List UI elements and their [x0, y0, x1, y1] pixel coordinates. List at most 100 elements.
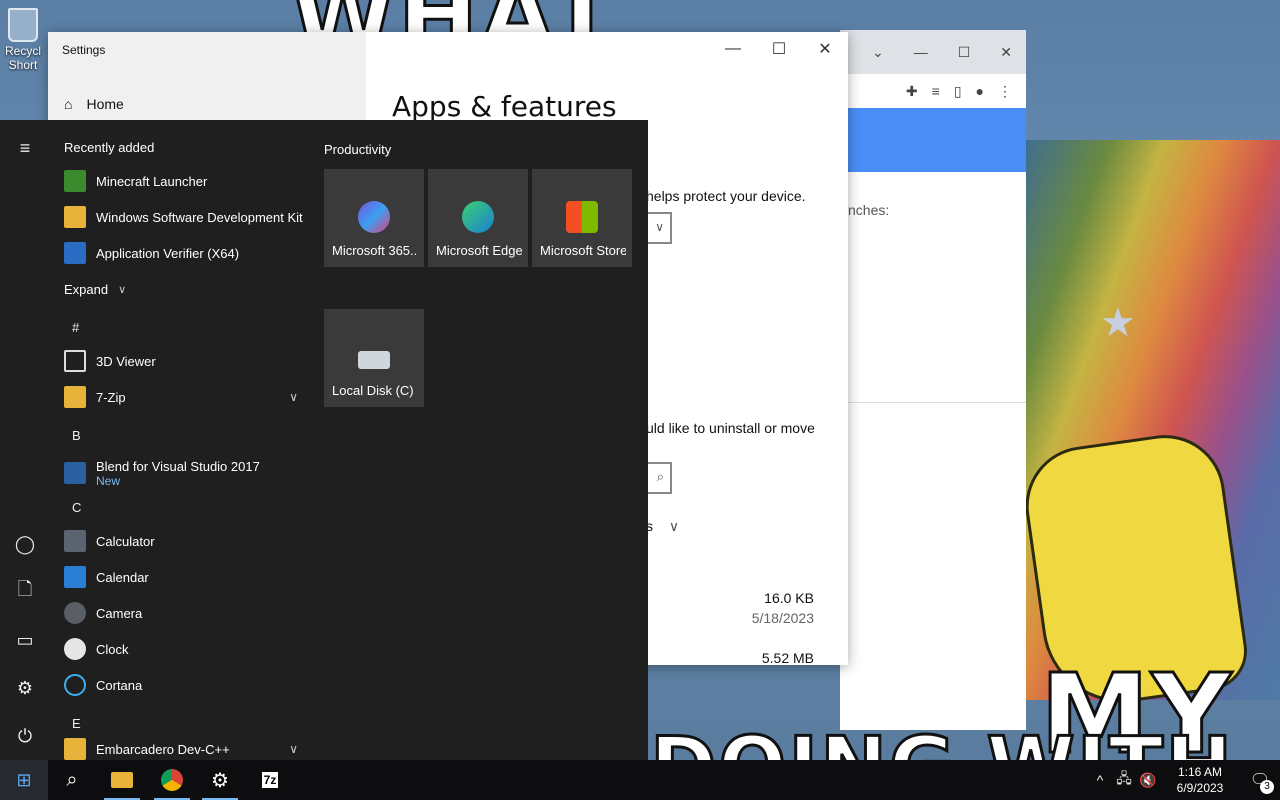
side-panel-icon[interactable]: ▯	[954, 83, 962, 100]
letter-header-e[interactable]: E	[72, 716, 81, 731]
minimize-icon[interactable]: —	[710, 32, 756, 66]
browser-window[interactable]: ⌄ — ☐ ✕ ✚ ≡ ▯ ● ⋮ nches:	[840, 30, 1026, 730]
app-label: Cortana	[96, 677, 143, 693]
blend-icon	[64, 462, 86, 484]
start-rail: ≡ ◯ 🗋 ▭ ⚙ ⏻	[0, 120, 50, 760]
tile-label: Local Disk (C)	[332, 383, 414, 398]
microsoft-365-icon	[358, 201, 390, 233]
search-button[interactable]: ⌕	[48, 760, 96, 800]
clock-time: 1:16 AM	[1177, 765, 1223, 779]
store-icon	[566, 201, 598, 233]
window-app-icon	[64, 242, 86, 264]
minimize-icon[interactable]: —	[914, 44, 928, 60]
edge-icon	[462, 201, 494, 233]
profile-icon[interactable]: ●	[976, 83, 984, 99]
taskbar: ⊞ ⌕ ⚙ 7z ^ 🖧 🔇 1:16 AM 6/9/2023 🗨 3	[0, 760, 1280, 800]
calculator-icon	[64, 530, 86, 552]
app-label: 7-Zip	[96, 389, 126, 405]
start-button[interactable]: ⊞	[0, 760, 48, 800]
taskbar-7zip[interactable]: 7z	[246, 760, 294, 800]
search-icon: ⌕	[66, 768, 78, 791]
power-icon[interactable]: ⏻	[13, 724, 37, 748]
expand-button[interactable]: Expand ∨	[64, 272, 144, 306]
gear-icon[interactable]: ⚙	[13, 676, 37, 700]
app-cortana[interactable]: Cortana	[64, 668, 304, 702]
app-calendar[interactable]: Calendar	[64, 560, 304, 594]
app-label: Embarcadero Dev-C++	[96, 741, 230, 757]
chrome-icon	[161, 769, 183, 791]
cube-icon	[64, 350, 86, 372]
app-clock[interactable]: Clock	[64, 632, 304, 666]
volume-muted-icon[interactable]: 🔇	[1136, 772, 1160, 789]
start-menu: ≡ ◯ 🗋 ▭ ⚙ ⏻ Recently added Minecraft Lau…	[0, 120, 648, 760]
recycle-bin-label: Recycl	[4, 44, 41, 58]
gear-icon: ⚙	[211, 769, 229, 792]
browser-banner	[840, 108, 1026, 172]
tile-microsoft-365[interactable]: Microsoft 365...	[324, 169, 424, 267]
chevron-down-icon[interactable]: ∨	[289, 742, 298, 756]
settings-sort-dropdown[interactable]: s ∨	[646, 518, 679, 535]
folder-icon	[64, 386, 86, 408]
chevron-up-icon[interactable]: ^	[1088, 772, 1112, 788]
app-embarcadero-devcpp[interactable]: Embarcadero Dev-C++ ∨	[64, 732, 304, 760]
tile-microsoft-store[interactable]: Microsoft Store	[532, 169, 632, 267]
taskbar-file-explorer[interactable]	[98, 760, 146, 800]
chevron-down-icon[interactable]: ∨	[289, 390, 298, 404]
system-tray: ^ 🖧 🔇 1:16 AM 6/9/2023 🗨 3	[1088, 760, 1280, 800]
browser-toolbar: ✚ ≡ ▯ ● ⋮	[840, 74, 1026, 108]
tile-label: Microsoft 365...	[332, 243, 418, 258]
app-7zip[interactable]: 7-Zip ∨	[64, 380, 304, 414]
desktop-icon-recycle-bin[interactable]: Recycl Short	[0, 8, 46, 72]
kebab-menu-icon[interactable]: ⋮	[998, 83, 1012, 100]
app-blend-vs2017[interactable]: Blend for Visual Studio 2017 New	[64, 452, 304, 494]
maximize-icon[interactable]: ☐	[756, 32, 802, 66]
app-camera[interactable]: Camera	[64, 596, 304, 630]
system-clock[interactable]: 1:16 AM 6/9/2023	[1160, 764, 1240, 796]
tile-local-disk[interactable]: Local Disk (C)	[324, 309, 424, 407]
wallpaper-star: ★	[1100, 301, 1136, 345]
tile-label: Microsoft Edge	[436, 243, 522, 258]
chevron-down-icon[interactable]: ⌄	[872, 44, 884, 61]
tile-microsoft-edge[interactable]: Microsoft Edge	[428, 169, 528, 267]
maximize-icon[interactable]: ☐	[958, 44, 971, 61]
settings-window-controls: — ☐ ✕	[710, 32, 848, 66]
letter-header-b[interactable]: B	[72, 428, 81, 443]
folder-icon	[64, 738, 86, 760]
media-queue-icon[interactable]: ≡	[932, 83, 940, 99]
app-label: Minecraft Launcher	[96, 173, 208, 189]
hamburger-menu-icon[interactable]: ≡	[13, 136, 37, 160]
tile-label: Microsoft Store	[540, 243, 626, 258]
browser-content: nches:	[840, 172, 1026, 730]
app-minecraft-launcher[interactable]: Minecraft Launcher	[64, 164, 304, 198]
app-label: Camera	[96, 605, 143, 621]
settings-uninstall-text: uld like to uninstall or move	[646, 420, 815, 436]
app-label: 3D Viewer	[96, 353, 156, 369]
settings-title: Settings	[62, 43, 106, 57]
app-windows-sdk[interactable]: Windows Software Development Kit	[64, 200, 304, 234]
action-center-button[interactable]: 🗨 3	[1240, 760, 1280, 800]
minecraft-icon	[64, 170, 86, 192]
start-app-list: Recently added Minecraft Launcher Window…	[50, 120, 312, 760]
documents-icon[interactable]: 🗋	[13, 579, 37, 604]
app-row-size: 5.52 MB	[761, 650, 814, 666]
taskbar-settings[interactable]: ⚙	[196, 760, 244, 800]
extensions-icon[interactable]: ✚	[906, 83, 918, 100]
user-account-icon[interactable]: ◯	[13, 532, 37, 556]
close-icon[interactable]: ✕	[802, 32, 848, 66]
app-label: Blend for Visual Studio 2017	[96, 458, 260, 474]
letter-header-c[interactable]: C	[72, 500, 81, 515]
pictures-icon[interactable]: ▭	[13, 628, 37, 652]
close-icon[interactable]: ✕	[1000, 44, 1012, 61]
app-row-size: 16.0 KB	[764, 590, 814, 606]
7zip-icon: 7z	[261, 772, 279, 788]
network-icon[interactable]: 🖧	[1112, 768, 1136, 792]
app-application-verifier[interactable]: Application Verifier (X64)	[64, 236, 304, 270]
settings-home-label: Home	[86, 96, 124, 112]
camera-icon	[64, 602, 86, 624]
letter-header-hash[interactable]: #	[72, 320, 79, 335]
taskbar-chrome[interactable]	[148, 760, 196, 800]
settings-home-link[interactable]: ⌂ Home	[64, 96, 124, 112]
app-3d-viewer[interactable]: 3D Viewer	[64, 344, 304, 378]
app-calculator[interactable]: Calculator	[64, 524, 304, 558]
browser-divider	[848, 402, 1026, 403]
